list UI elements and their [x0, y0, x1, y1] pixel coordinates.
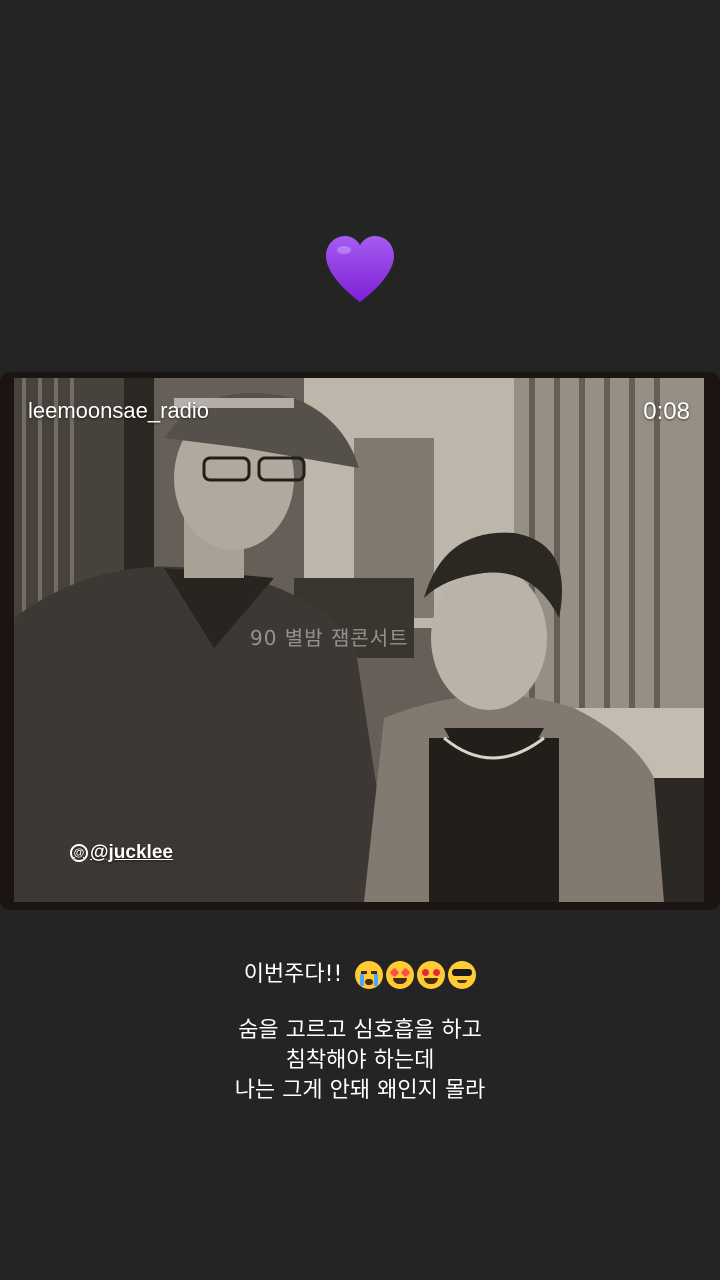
- sunglasses-face-icon: [448, 961, 477, 989]
- story-line: 침착해야 하는데: [285, 1048, 435, 1073]
- story-line: 나는 그게 안돼 왜인지 몰라: [234, 1078, 486, 1103]
- purple-heart-icon: [326, 236, 394, 302]
- story-text-line1: 이번주다!!: [0, 960, 720, 990]
- star-struck-face-icon: [386, 961, 415, 989]
- mention-tag[interactable]: @ @jucklee: [70, 842, 173, 864]
- heart-eyes-face-icon: [417, 961, 446, 989]
- mention-handle: @jucklee: [90, 842, 173, 863]
- video-timestamp: 0:08: [643, 398, 690, 425]
- video-caption-overlay: 90 별밤 잼콘서트: [250, 626, 409, 650]
- story-text-paragraph: 숨을 고르고 심호흡을 하고 침착해야 하는데 나는 그게 안돼 왜인지 몰라: [0, 1016, 720, 1106]
- story-headline: 이번주다!!: [243, 962, 343, 987]
- loudly-crying-face-icon: [355, 961, 384, 989]
- story-line: 숨을 고르고 심호흡을 하고: [238, 1018, 482, 1043]
- video-username[interactable]: leemoonsae_radio: [28, 398, 209, 424]
- threads-icon: @: [70, 844, 88, 862]
- emoji-row: [355, 961, 477, 989]
